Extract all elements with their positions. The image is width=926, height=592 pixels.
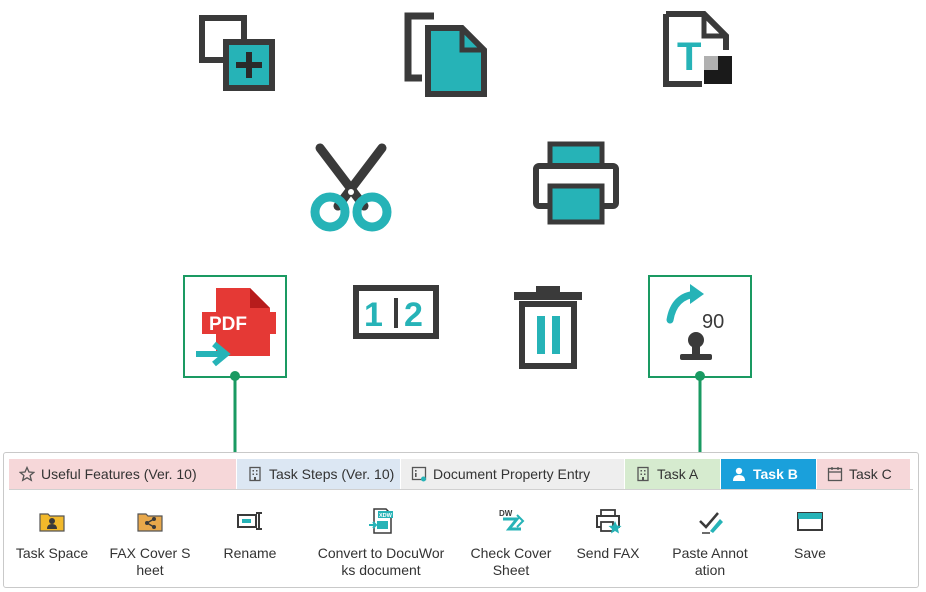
convert-to-docuworks-button[interactable]: XDW Convert to DocuWor ks document	[308, 507, 454, 579]
rename-icon	[236, 507, 264, 535]
send-fax-label: Send FAX	[576, 545, 640, 561]
task-space-label: Task Space	[15, 545, 89, 561]
tab-task-steps-label: Task Steps (Ver. 10)	[269, 466, 395, 482]
star-icon	[18, 465, 36, 482]
building-icon	[635, 466, 651, 482]
paste-annotation-icon	[696, 507, 724, 535]
convert-docuworks-label-2: ks document	[341, 562, 421, 578]
tab-task-c[interactable]: Task C	[817, 459, 911, 489]
fax-cover-sheet-icon	[136, 507, 164, 535]
check-cover-sheet-label-2: Sheet	[492, 562, 530, 578]
tab-useful-features-label: Useful Features (Ver. 10)	[41, 466, 197, 482]
paste-annotation-label: Paste Annot	[672, 545, 748, 561]
check-cover-sheet-button[interactable]: DW Check Cover Sheet	[466, 507, 556, 579]
tab-task-b-label: Task B	[753, 466, 798, 482]
fax-cover-sheet-label: FAX Cover S	[109, 545, 191, 561]
save-label: Save	[794, 545, 826, 561]
convert-docuworks-label: Convert to DocuWor	[317, 545, 445, 561]
tab-task-a[interactable]: Task A	[625, 459, 721, 489]
paste-annotation-button[interactable]: Paste Annot ation	[664, 507, 756, 579]
check-cover-sheet-label: Check Cover	[470, 545, 552, 561]
tab-document-property-entry-label: Document Property Entry	[433, 466, 591, 482]
convert-docuworks-icon: XDW	[367, 507, 395, 535]
task-space-button[interactable]: Task Space	[14, 507, 90, 562]
svg-text:DW: DW	[499, 509, 513, 518]
building-icon	[247, 466, 263, 482]
check-cover-sheet-icon: DW	[497, 507, 525, 535]
save-icon	[796, 507, 824, 535]
save-button[interactable]: Save	[780, 507, 840, 562]
calendar-icon	[827, 466, 843, 482]
tab-useful-features[interactable]: Useful Features (Ver. 10)	[9, 459, 237, 489]
rename-label: Rename	[223, 545, 277, 561]
tab-task-steps[interactable]: Task Steps (Ver. 10)	[237, 459, 401, 489]
tab-task-b[interactable]: Task B	[721, 459, 817, 489]
send-fax-icon	[594, 507, 622, 535]
rename-button[interactable]: Rename	[214, 507, 286, 562]
person-icon	[731, 466, 747, 482]
fax-cover-sheet-label-2: heet	[136, 562, 164, 578]
task-space-icon	[38, 507, 66, 535]
svg-text:XDW: XDW	[379, 513, 393, 519]
ribbon-tabbar: Useful Features (Ver. 10) Task Steps (Ve…	[9, 459, 911, 489]
tab-task-a-label: Task A	[657, 466, 699, 482]
tab-document-property-entry[interactable]: Document Property Entry	[401, 459, 625, 489]
ribbon-panel: Useful Features (Ver. 10) Task Steps (Ve…	[3, 452, 919, 588]
tab-divider	[9, 489, 913, 490]
send-fax-button[interactable]: Send FAX	[572, 507, 644, 562]
info-document-icon	[411, 466, 427, 482]
tab-task-c-label: Task C	[849, 466, 892, 482]
paste-annotation-label-2: ation	[694, 562, 726, 578]
fax-cover-sheet-button[interactable]: FAX Cover S heet	[108, 507, 192, 579]
